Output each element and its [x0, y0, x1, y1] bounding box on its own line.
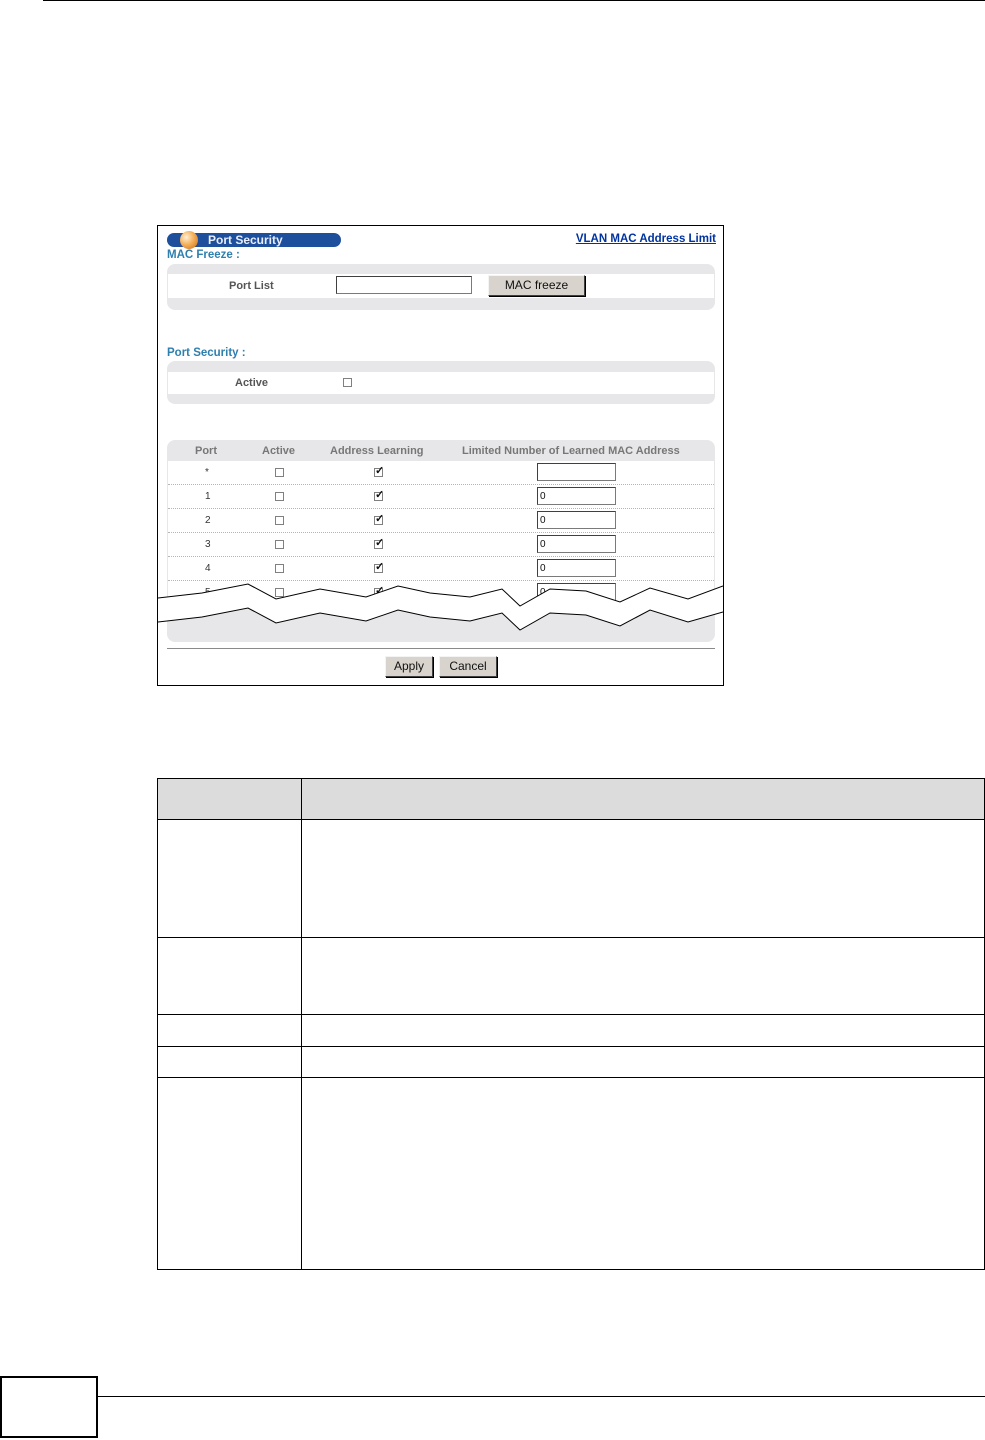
checkmark-icon: ✓	[375, 513, 385, 525]
mac-freeze-row: Port List MAC freeze	[168, 274, 714, 298]
mac-freeze-heading: MAC Freeze :	[167, 249, 240, 261]
checkmark-icon: ✓	[375, 465, 385, 477]
limit-input[interactable]	[537, 559, 616, 577]
title-pill: Port Security	[167, 231, 341, 249]
port-number: 1	[205, 491, 211, 502]
table-row: 1 ✓	[168, 485, 714, 509]
checkmark-icon: ✓	[375, 489, 385, 501]
column-divider	[301, 779, 302, 1269]
port-list-label: Port List	[229, 280, 274, 292]
col-limited-number: Limited Number of Learned MAC Address	[462, 445, 680, 457]
description-table	[157, 778, 985, 1270]
table-row: 3 ✓	[168, 533, 714, 557]
port-number: 3	[205, 539, 211, 550]
port-number: 4	[205, 563, 211, 574]
limit-input[interactable]	[537, 535, 616, 553]
learning-checkbox[interactable]: ✓	[374, 465, 385, 477]
port-list-input[interactable]	[336, 276, 472, 294]
checkmark-icon: ✓	[375, 561, 385, 573]
active-checkbox[interactable]	[275, 564, 284, 573]
active-checkbox[interactable]	[275, 468, 284, 477]
description-table-header	[158, 779, 984, 820]
limit-input[interactable]	[537, 511, 616, 529]
port-security-heading: Port Security :	[167, 347, 246, 359]
row-divider	[158, 1014, 984, 1015]
limit-input[interactable]	[537, 463, 616, 481]
col-active: Active	[262, 445, 296, 457]
torn-break-mark	[158, 583, 723, 631]
header-rule	[43, 0, 985, 1]
checkmark-icon: ✓	[375, 537, 385, 549]
limit-input[interactable]	[537, 487, 616, 505]
learning-checkbox[interactable]: ✓	[374, 489, 385, 501]
port-number: 2	[205, 515, 211, 526]
screen-title: Port Security	[208, 233, 283, 247]
port-security-active-checkbox[interactable]	[343, 378, 352, 387]
active-checkbox[interactable]	[275, 516, 284, 525]
port-security-active-row: Active	[168, 372, 714, 394]
row-divider	[158, 1046, 984, 1047]
footer-rule	[0, 1396, 985, 1397]
port-number: *	[205, 467, 209, 478]
apply-button[interactable]: Apply	[385, 656, 433, 677]
learning-checkbox[interactable]: ✓	[374, 561, 385, 573]
page-number-box	[0, 1376, 98, 1438]
learning-checkbox[interactable]: ✓	[374, 537, 385, 549]
port-security-screenshot: Port Security VLAN MAC Address Limit MAC…	[157, 225, 724, 686]
active-checkbox[interactable]	[275, 492, 284, 501]
cancel-button[interactable]: Cancel	[439, 656, 497, 677]
mac-freeze-button[interactable]: MAC freeze	[488, 275, 585, 296]
row-divider	[158, 1077, 984, 1078]
vlan-mac-limit-link[interactable]: VLAN MAC Address Limit	[576, 233, 716, 245]
col-address-learning: Address Learning	[330, 445, 424, 457]
row-divider	[158, 937, 984, 938]
learning-checkbox[interactable]: ✓	[374, 513, 385, 525]
table-row: 4 ✓	[168, 557, 714, 581]
active-label: Active	[235, 377, 269, 389]
col-port: Port	[195, 445, 217, 457]
divider	[167, 648, 715, 649]
table-row: 2 ✓	[168, 509, 714, 533]
table-row: * ✓	[168, 461, 714, 485]
active-checkbox[interactable]	[275, 540, 284, 549]
orb-icon	[180, 231, 198, 249]
